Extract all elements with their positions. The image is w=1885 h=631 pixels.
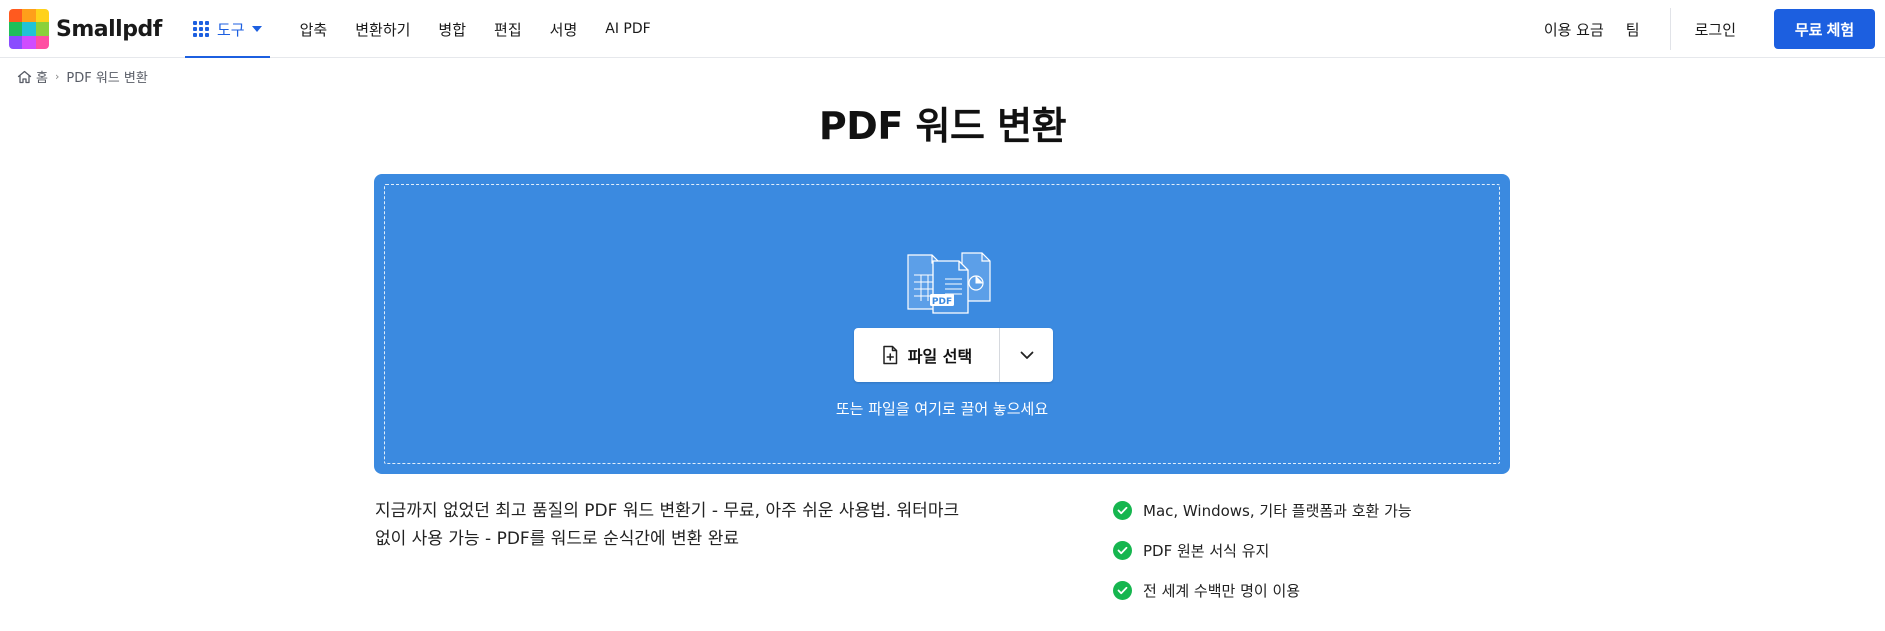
nav-ai-pdf[interactable]: AI PDF (605, 21, 650, 37)
caret-down-icon (251, 26, 262, 32)
breadcrumb-separator-icon: › (54, 70, 60, 83)
home-icon (17, 70, 32, 83)
chevron-down-icon (1020, 351, 1033, 359)
header-actions: 이용 요금 팀 로그인 무료 체험 (1544, 0, 1875, 58)
choose-file-label: 파일 선택 (907, 347, 973, 366)
top-header: Smallpdf 도구 압축 변환하기 병합 편집 서명 AI PDF 이용 요… (0, 0, 1885, 58)
tools-menu-button[interactable]: 도구 (185, 0, 270, 58)
dropzone-dashed-border: PDF 파일 선택 또는 파일을 여기로 끌어 놓으세요 (384, 184, 1500, 464)
feature-item: Mac, Windows, 기타 플랫폼과 호환 가능 (1113, 499, 1412, 521)
file-add-icon (883, 345, 898, 365)
breadcrumb: 홈 › PDF 워드 변환 (17, 67, 148, 86)
nav-sign[interactable]: 서명 (550, 19, 578, 40)
logo[interactable]: Smallpdf (9, 9, 162, 49)
illustration-pdf-label: PDF (931, 297, 953, 307)
feature-text: 전 세계 수백만 명이 이용 (1143, 581, 1301, 600)
file-dropzone[interactable]: PDF 파일 선택 또는 파일을 여기로 끌어 놓으세요 (374, 174, 1510, 474)
check-circle-icon (1113, 500, 1132, 520)
feature-text: Mac, Windows, 기타 플랫폼과 호환 가능 (1143, 501, 1412, 520)
nav-merge[interactable]: 병합 (438, 19, 466, 40)
breadcrumb-current: PDF 워드 변환 (66, 71, 148, 86)
nav-convert[interactable]: 변환하기 (355, 19, 410, 40)
check-circle-icon (1113, 580, 1132, 600)
pricing-link[interactable]: 이용 요금 (1544, 19, 1604, 40)
free-trial-button[interactable]: 무료 체험 (1774, 9, 1875, 49)
description-line-1: 지금까지 없었던 최고 품질의 PDF 워드 변환기 - 무료, 아주 쉬운 사… (375, 501, 960, 521)
breadcrumb-home[interactable]: 홈 (36, 67, 48, 86)
page-title: PDF 워드 변환 (818, 104, 1067, 148)
choose-file-button[interactable]: 파일 선택 (854, 328, 1000, 382)
logo-text: Smallpdf (56, 16, 162, 42)
feature-item: PDF 원본 서식 유지 (1113, 539, 1412, 561)
tool-description: 지금까지 없었던 최고 품질의 PDF 워드 변환기 - 무료, 아주 쉬운 사… (375, 497, 1015, 553)
header-divider (1669, 8, 1671, 50)
feature-item: 전 세계 수백만 명이 이용 (1113, 579, 1412, 601)
nav-compress[interactable]: 압축 (300, 19, 328, 40)
login-link[interactable]: 로그인 (1695, 19, 1736, 40)
team-link[interactable]: 팀 (1626, 19, 1640, 40)
check-circle-icon (1113, 540, 1132, 560)
smallpdf-logo-icon (9, 9, 49, 49)
description-line-2: 없이 사용 가능 - PDF를 워드로 순식간에 변환 완료 (375, 529, 740, 549)
main-nav: 도구 압축 변환하기 병합 편집 서명 AI PDF (185, 0, 651, 58)
apps-grid-icon (193, 21, 209, 37)
drop-hint-text: 또는 파일을 여기로 끌어 놓으세요 (835, 400, 1049, 418)
choose-file-button-group: 파일 선택 (854, 328, 1053, 382)
tools-label: 도구 (217, 20, 245, 39)
nav-edit[interactable]: 편집 (494, 19, 522, 40)
feature-list: Mac, Windows, 기타 플랫폼과 호환 가능 PDF 원본 서식 유지… (1113, 499, 1412, 619)
feature-text: PDF 원본 서식 유지 (1143, 541, 1270, 560)
upload-options-dropdown[interactable] (1000, 328, 1053, 382)
